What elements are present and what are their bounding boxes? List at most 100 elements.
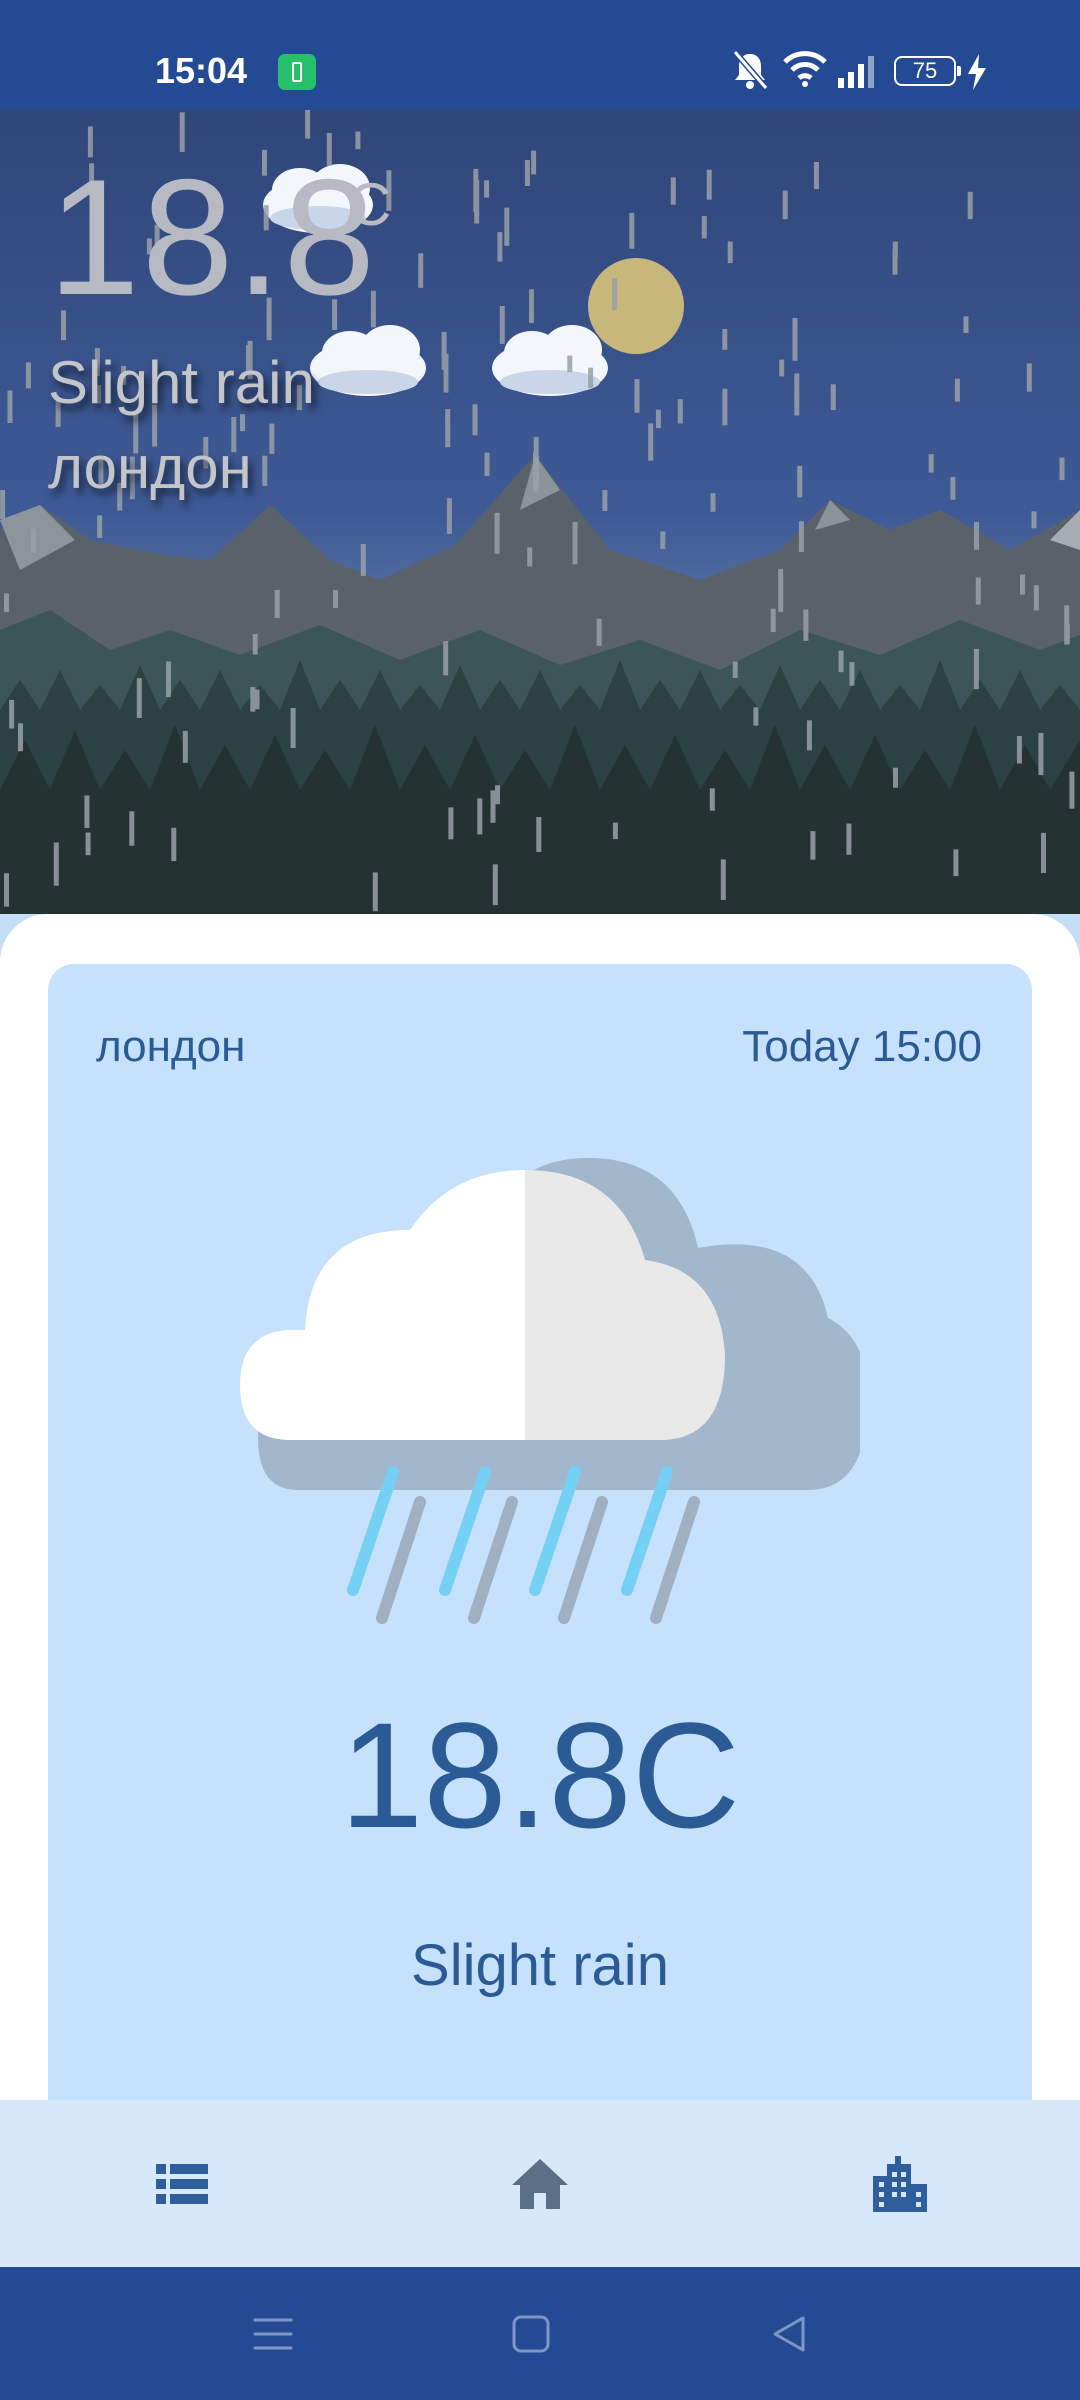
rain-drop (527, 547, 533, 567)
rain-drop (967, 191, 973, 220)
rain-drop (770, 608, 776, 633)
rain-drop (7, 390, 13, 423)
rain-drop (129, 811, 135, 846)
rain-drop (953, 849, 959, 877)
rain-drop (477, 798, 483, 835)
rain-drop (974, 521, 979, 550)
battery-saver-icon (278, 54, 316, 90)
rain-drop (849, 662, 855, 686)
rain-drop (892, 249, 898, 275)
home-square-icon (512, 2315, 550, 2352)
rain-drop (792, 318, 798, 361)
rain-drop (497, 232, 503, 262)
rain-drop (572, 521, 578, 565)
rain-cloud-icon (240, 1158, 860, 1624)
rain-drop (973, 648, 979, 690)
rain-drop (18, 723, 23, 752)
system-home-button[interactable] (471, 2267, 591, 2400)
rain-drop (269, 423, 275, 454)
rain-drop (709, 788, 715, 811)
back-icon (773, 2316, 805, 2351)
charging-icon (968, 54, 986, 90)
battery-icon: 75 (894, 56, 961, 86)
rain-drop (524, 160, 530, 186)
rain-drop (727, 241, 733, 264)
rain-drop (798, 521, 804, 553)
card-city: лондон (96, 1022, 246, 1071)
rain-drop (97, 515, 103, 538)
rain-drop (596, 618, 602, 646)
status-bar: 15:04 75 (0, 0, 1080, 110)
rain-drop (472, 404, 478, 436)
rain-drop (893, 767, 898, 788)
rain-drop (753, 707, 759, 726)
rain-drop (495, 785, 500, 805)
rain-drop (954, 378, 960, 402)
signal-icon (838, 56, 874, 88)
rain-drop (4, 873, 9, 907)
rain-drop (830, 384, 836, 411)
rain-drop (25, 362, 31, 389)
system-back-button[interactable] (729, 2267, 849, 2400)
home-icon (512, 2158, 568, 2209)
rain-drop (950, 477, 956, 500)
rain-drop (484, 180, 490, 198)
rain-drop (136, 678, 142, 718)
rain-drop (9, 699, 15, 729)
rain-drop (171, 827, 177, 862)
rain-drop (655, 409, 661, 429)
rain-drop (250, 687, 256, 712)
rain-drop (660, 531, 666, 549)
rain-drop (262, 455, 268, 486)
rain-drop (443, 641, 449, 676)
rain-drop (975, 577, 981, 605)
rain-drop (1031, 511, 1037, 529)
rain-drop (333, 590, 338, 608)
list-icon (156, 2163, 208, 2204)
rain-drop (567, 355, 573, 373)
status-time: 15:04 (155, 50, 248, 91)
rain-drop (1041, 832, 1046, 873)
rain-drop (31, 528, 37, 553)
nav-list-button[interactable] (82, 2100, 282, 2267)
rain-drop (670, 177, 676, 205)
rain-drop (1038, 733, 1044, 776)
rain-drop (490, 790, 496, 823)
rain-drop (529, 289, 534, 323)
rain-drop (85, 832, 91, 856)
rain-drop (445, 409, 451, 448)
rain-drop (602, 490, 608, 511)
city-icon (873, 2155, 927, 2212)
card-time: Today 15:00 (742, 1022, 982, 1071)
rain-drop (473, 168, 479, 213)
nav-home-button[interactable] (440, 2100, 640, 2267)
rain-drop (928, 454, 934, 473)
rain-drop (536, 817, 542, 852)
rain-drop (531, 150, 537, 175)
rain-drop (629, 212, 635, 249)
rain-drop (274, 589, 280, 618)
rain-drop (838, 650, 844, 673)
rain-drop (418, 253, 424, 288)
rain-drop (0, 490, 6, 519)
rain-drop (166, 661, 171, 697)
rain-drop (494, 512, 500, 554)
rain-drop (706, 169, 712, 200)
rain-drop (1059, 457, 1065, 481)
rain-drop (634, 379, 640, 413)
rain-drop (84, 795, 90, 828)
recent-apps-button[interactable] (213, 2267, 333, 2400)
rain-drop (722, 329, 728, 350)
rain-drop (778, 568, 784, 612)
rain-drop (963, 316, 969, 333)
battery-level: 75 (912, 58, 938, 83)
rain-drop (372, 872, 378, 912)
rain-drop (720, 859, 726, 900)
nav-city-button[interactable] (800, 2100, 1000, 2267)
weather-scene: 18.8 C Slight rain лондон (0, 110, 1080, 915)
rain-drop (1020, 574, 1025, 595)
rain-drop (446, 498, 452, 534)
rain-drop (732, 661, 738, 678)
rain-drop (701, 216, 707, 239)
rain-drop (779, 359, 785, 377)
